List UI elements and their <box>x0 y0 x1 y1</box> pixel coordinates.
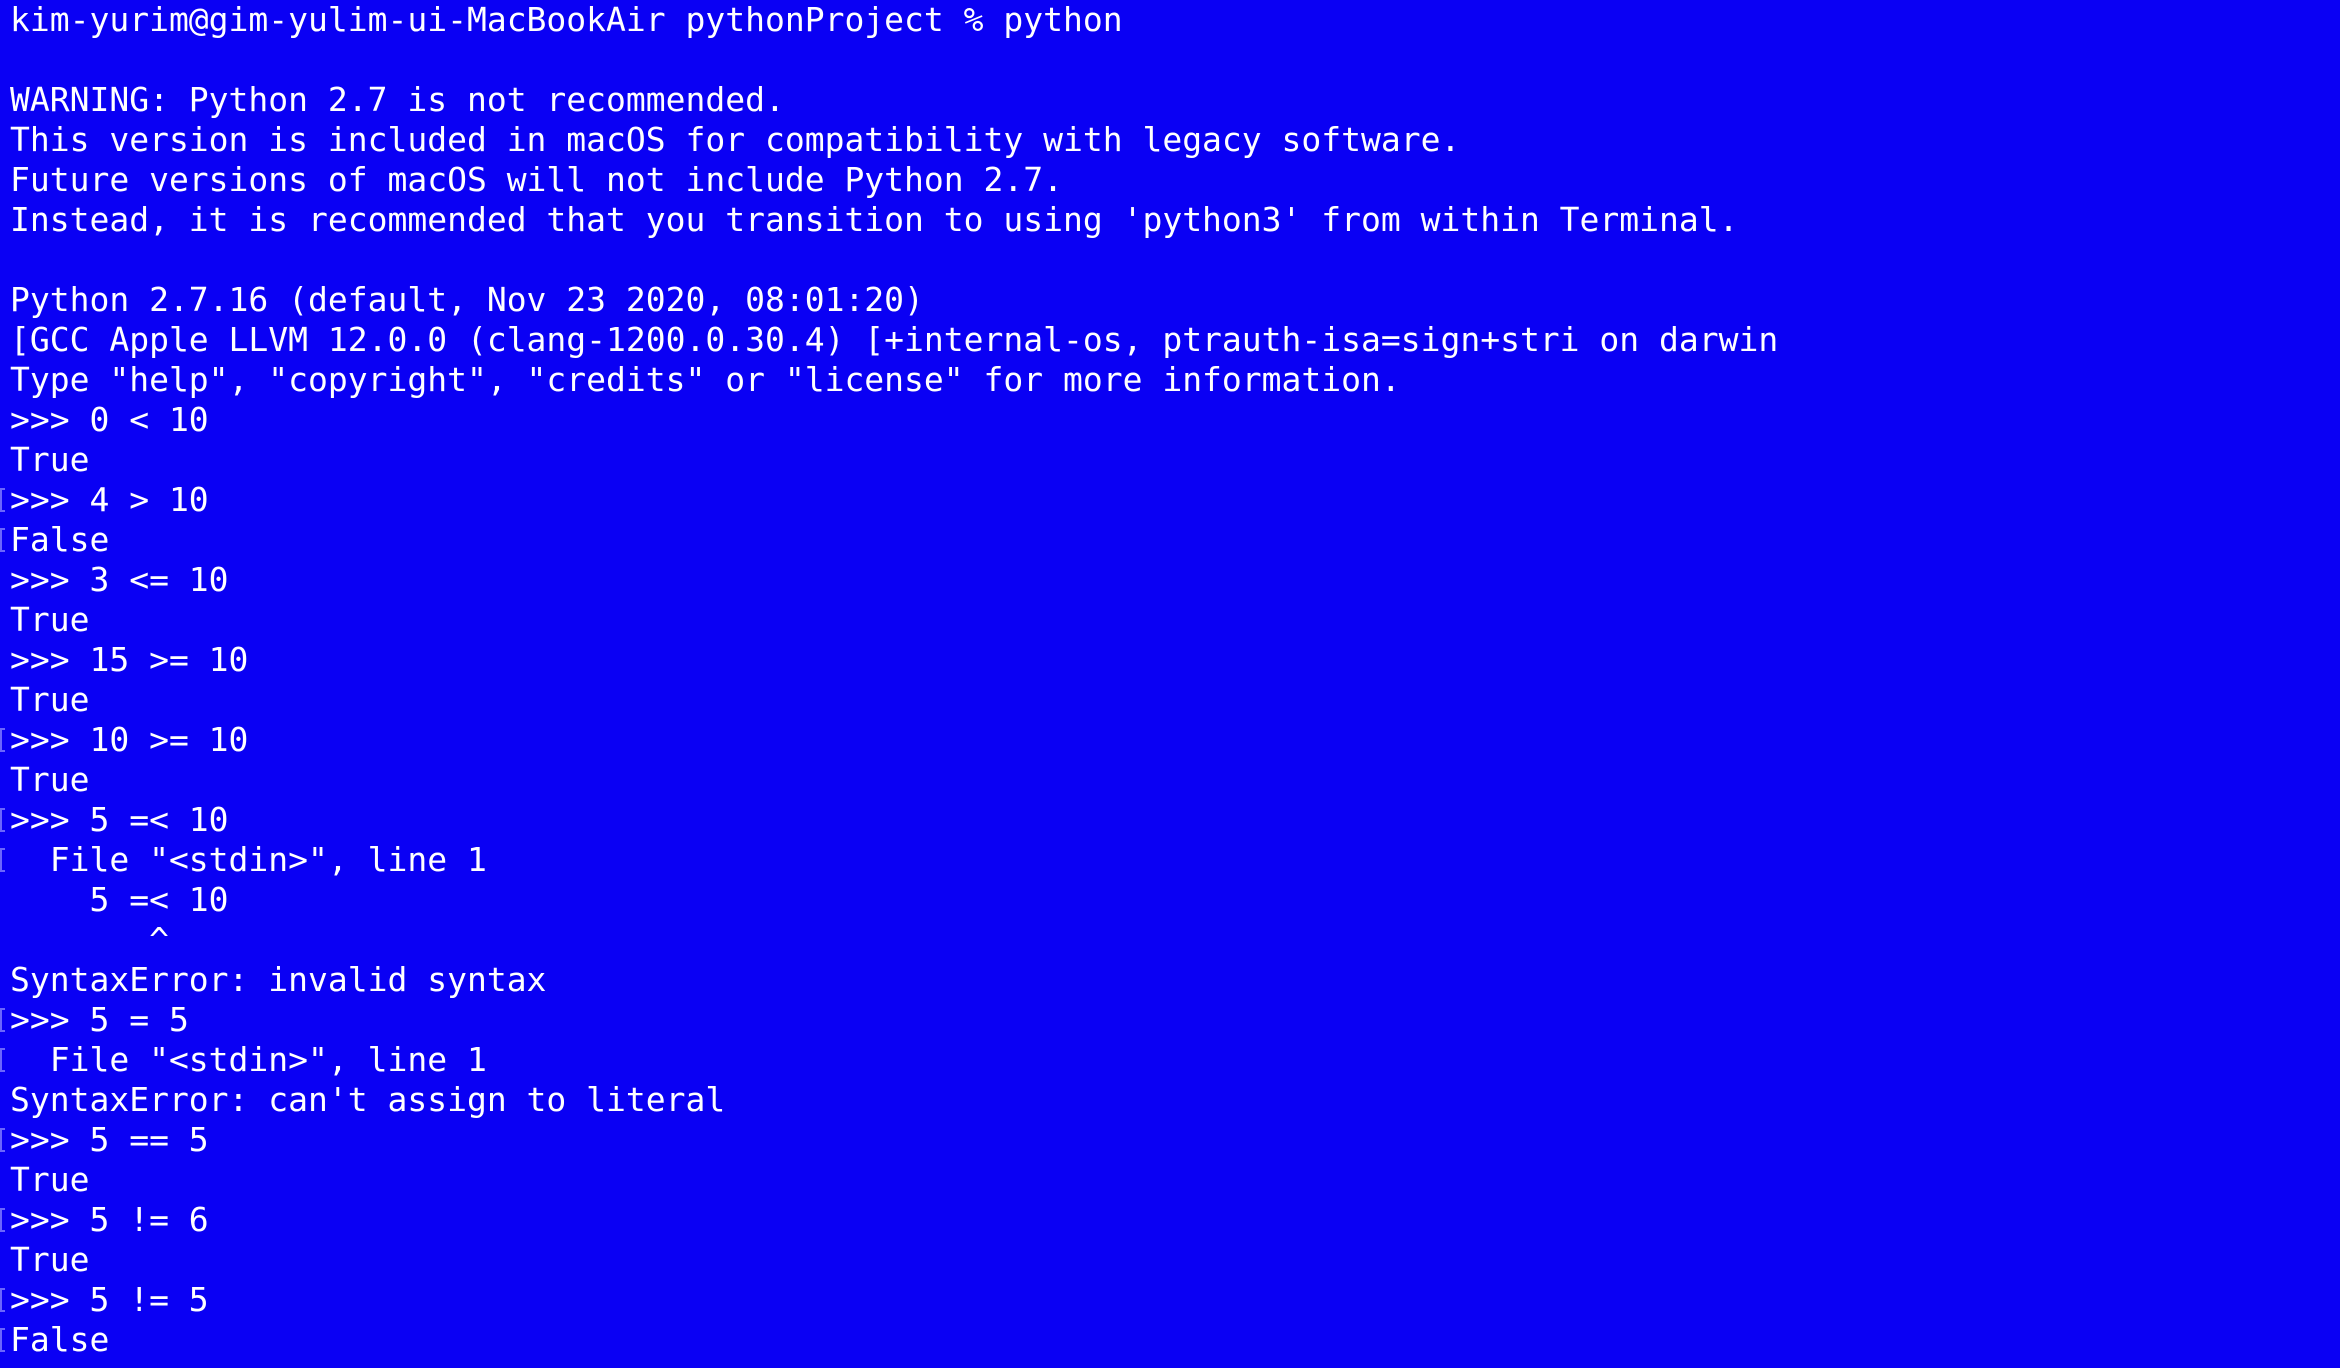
line-text: Instead, it is recommended that you tran… <box>10 200 1739 239</box>
line-text: WARNING: Python 2.7 is not recommended. <box>10 80 785 119</box>
terminal-line: >>> 15 >= 10 <box>0 640 2340 680</box>
line-marker <box>0 528 5 552</box>
line-text: File "<stdin>", line 1 <box>10 840 487 879</box>
terminal-line: SyntaxError: invalid syntax <box>0 960 2340 1000</box>
line-text: >>> 4 > 10 <box>10 480 209 519</box>
terminal-line: WARNING: Python 2.7 is not recommended. <box>0 80 2340 120</box>
terminal-line: >>> 5 != 6 <box>0 1200 2340 1240</box>
line-text: True <box>10 760 90 799</box>
line-text: True <box>10 680 90 719</box>
terminal-line: SyntaxError: can't assign to literal <box>0 1080 2340 1120</box>
terminal-line: Instead, it is recommended that you tran… <box>0 200 2340 240</box>
terminal-line: >>> 10 >= 10 <box>0 720 2340 760</box>
line-text: Type "help", "copyright", "credits" or "… <box>10 360 1401 399</box>
terminal-line: This version is included in macOS for co… <box>0 120 2340 160</box>
terminal-line: True <box>0 680 2340 720</box>
line-marker <box>0 1048 5 1072</box>
line-text: File "<stdin>", line 1 <box>10 1040 487 1079</box>
terminal-line: False <box>0 520 2340 560</box>
terminal-line: [GCC Apple LLVM 12.0.0 (clang-1200.0.30.… <box>0 320 2340 360</box>
line-marker <box>0 728 5 752</box>
line-text: Python 2.7.16 (default, Nov 23 2020, 08:… <box>10 280 924 319</box>
terminal-line: True <box>0 600 2340 640</box>
line-text: True <box>10 1160 90 1199</box>
line-text: >>> 10 >= 10 <box>10 720 249 759</box>
terminal-window[interactable]: kim-yurim@gim-yulim-ui-MacBookAir python… <box>0 0 2340 1368</box>
terminal-line: False <box>0 1320 2340 1360</box>
terminal-line: kim-yurim@gim-yulim-ui-MacBookAir python… <box>0 0 2340 40</box>
line-text: >>> 5 == 5 <box>10 1120 209 1159</box>
line-marker <box>0 1208 5 1232</box>
terminal-line: 5 =< 10 <box>0 880 2340 920</box>
terminal-line: True <box>0 760 2340 800</box>
terminal-line: File "<stdin>", line 1 <box>0 1040 2340 1080</box>
terminal-line: ^ <box>0 920 2340 960</box>
line-text: True <box>10 1240 90 1279</box>
terminal-line: >>> 3 <= 10 <box>0 560 2340 600</box>
line-text: Future versions of macOS will not includ… <box>10 160 1063 199</box>
line-text: >>> 5 =< 10 <box>10 800 229 839</box>
line-text: False <box>10 1320 110 1359</box>
terminal-line: >>> 5 = 5 <box>0 1000 2340 1040</box>
line-text: This version is included in macOS for co… <box>10 120 1461 159</box>
line-text: [GCC Apple LLVM 12.0.0 (clang-1200.0.30.… <box>10 320 1779 359</box>
line-marker <box>0 1008 5 1032</box>
line-text: >>> 5 != 6 <box>10 1200 209 1239</box>
terminal-line: File "<stdin>", line 1 <box>0 840 2340 880</box>
line-text: SyntaxError: invalid syntax <box>10 960 547 999</box>
line-marker <box>0 848 5 872</box>
terminal-line: >>> 0 < 10 <box>0 400 2340 440</box>
line-text: SyntaxError: can't assign to literal <box>10 1080 726 1119</box>
line-marker <box>0 1328 5 1352</box>
terminal-line: >>> 5 =< 10 <box>0 800 2340 840</box>
line-text: False <box>10 520 110 559</box>
terminal-line: True <box>0 440 2340 480</box>
terminal-line: True <box>0 1240 2340 1280</box>
line-text: >>> 3 <= 10 <box>10 560 229 599</box>
line-text: >>> 5 != 5 <box>10 1280 209 1319</box>
line-text: >>> 15 >= 10 <box>10 640 249 679</box>
line-text: >>> 5 = 5 <box>10 1000 189 1039</box>
line-text: >>> <box>10 1360 70 1368</box>
line-text: ^ <box>10 920 169 959</box>
terminal-line: Future versions of macOS will not includ… <box>0 160 2340 200</box>
terminal-line: Type "help", "copyright", "credits" or "… <box>0 360 2340 400</box>
terminal-line: >>> 4 > 10 <box>0 480 2340 520</box>
line-text: >>> 0 < 10 <box>10 400 209 439</box>
line-marker <box>0 1288 5 1312</box>
line-text: True <box>10 440 90 479</box>
terminal-line-prompt[interactable]: >>> <box>0 1360 2340 1368</box>
terminal-line: >>> 5 == 5 <box>0 1120 2340 1160</box>
line-marker <box>0 808 5 832</box>
line-text: True <box>10 600 90 639</box>
line-text: 5 =< 10 <box>10 880 229 919</box>
terminal-line: True <box>0 1160 2340 1200</box>
line-marker <box>0 488 5 512</box>
terminal-line: Python 2.7.16 (default, Nov 23 2020, 08:… <box>0 280 2340 320</box>
line-text: kim-yurim@gim-yulim-ui-MacBookAir python… <box>10 0 1123 39</box>
terminal-line: >>> 5 != 5 <box>0 1280 2340 1320</box>
line-marker <box>0 1128 5 1152</box>
